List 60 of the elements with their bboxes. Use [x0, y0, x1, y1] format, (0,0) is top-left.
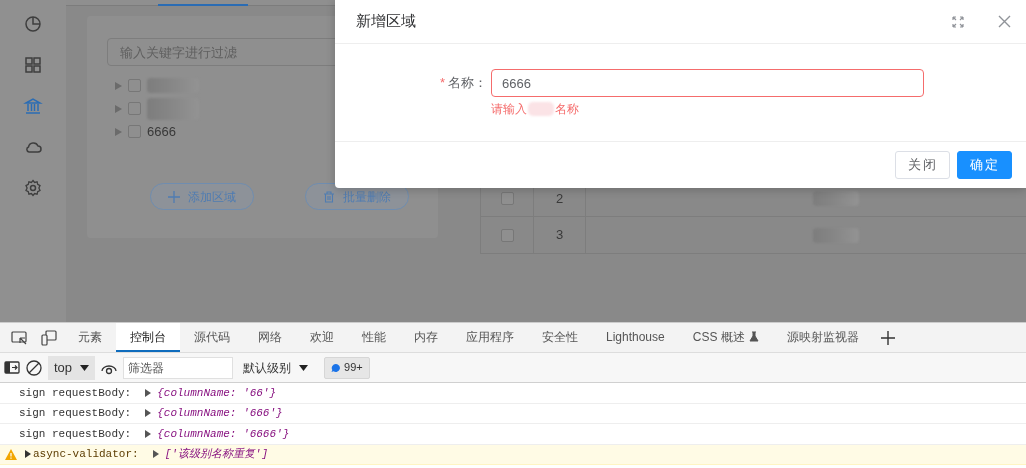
error-message: 请输入 名称	[491, 101, 580, 118]
warning-icon	[5, 448, 17, 460]
plus-icon[interactable]	[880, 330, 895, 345]
table-cell-text: 2	[555, 189, 564, 208]
sidebar-toggle-icon[interactable]	[4, 360, 20, 375]
issues-button[interactable]: 99+	[324, 356, 370, 379]
checkbox[interactable]	[500, 228, 514, 242]
device-icon[interactable]	[41, 329, 57, 346]
context-select[interactable]: top	[48, 355, 96, 380]
console-object[interactable]: {columnName: '66'}	[157, 384, 277, 401]
devtools-tab[interactable]: 控制台	[116, 323, 180, 352]
devtools-tab[interactable]: 安全性	[528, 323, 592, 352]
field-label: * 名称：	[438, 74, 488, 93]
plus-icon	[168, 190, 180, 203]
caret-icon	[299, 364, 309, 371]
clear-icon[interactable]	[26, 359, 42, 376]
devtools-tab[interactable]: 网络	[244, 323, 296, 352]
expand-icon[interactable]	[152, 450, 159, 459]
close-button[interactable]: 关闭	[895, 151, 950, 179]
devtools-tab[interactable]: CSS 概述	[678, 323, 773, 352]
console-label: async-validator:	[33, 447, 139, 462]
expand-icon[interactable]	[145, 409, 152, 418]
trash-icon	[323, 190, 335, 203]
caret-icon	[80, 364, 90, 371]
expand-icon[interactable]	[25, 450, 31, 459]
devtools-tab[interactable]: 元素	[64, 323, 116, 352]
console-object[interactable]: {columnName: '6666'}	[157, 425, 290, 442]
name-input[interactable]: 6666	[491, 69, 924, 97]
table-cell-text: 3	[555, 226, 564, 245]
expand-icon[interactable]	[145, 429, 152, 438]
filter-field[interactable]: 筛选器	[123, 356, 234, 379]
pie-chart-icon[interactable]	[23, 14, 43, 34]
console-object[interactable]: {columnName: '666'}	[157, 405, 283, 422]
devtools-tab[interactable]: 内存	[400, 323, 452, 352]
expand-icon[interactable]	[145, 388, 152, 397]
inspect-icon[interactable]	[11, 329, 27, 346]
devtools-tab[interactable]: Lighthouse	[592, 323, 679, 352]
checkbox[interactable]	[128, 102, 141, 115]
devtools-tab[interactable]: 欢迎	[296, 323, 348, 352]
console-object[interactable]: ['该级别名称重复']	[164, 446, 269, 463]
dialog-title: 新增区域	[356, 11, 417, 32]
console-label: sign requestBody:	[19, 385, 132, 401]
tree-node-label[interactable]: 6666	[147, 121, 176, 142]
console-label: sign requestBody:	[19, 406, 132, 421]
devtools-tab[interactable]: 性能	[348, 323, 400, 352]
devtools-tab[interactable]: 应用程序	[452, 323, 528, 352]
close-icon[interactable]	[997, 15, 1011, 28]
devtools-tab[interactable]: 源代码	[180, 323, 244, 352]
level-select[interactable]: 默认级别	[239, 358, 319, 377]
devtools-tab[interactable]: 源映射监视器	[772, 323, 873, 352]
console-label: sign requestBody:	[19, 426, 132, 442]
checkbox[interactable]	[128, 79, 141, 92]
blurred-text	[813, 191, 859, 206]
checkbox[interactable]	[128, 125, 141, 138]
checkbox[interactable]	[500, 192, 514, 205]
message-icon	[331, 362, 342, 373]
required-mark: *	[439, 75, 445, 91]
fullscreen-icon[interactable]	[952, 15, 964, 28]
gear-icon[interactable]	[23, 178, 43, 198]
grid-icon[interactable]	[23, 55, 43, 75]
